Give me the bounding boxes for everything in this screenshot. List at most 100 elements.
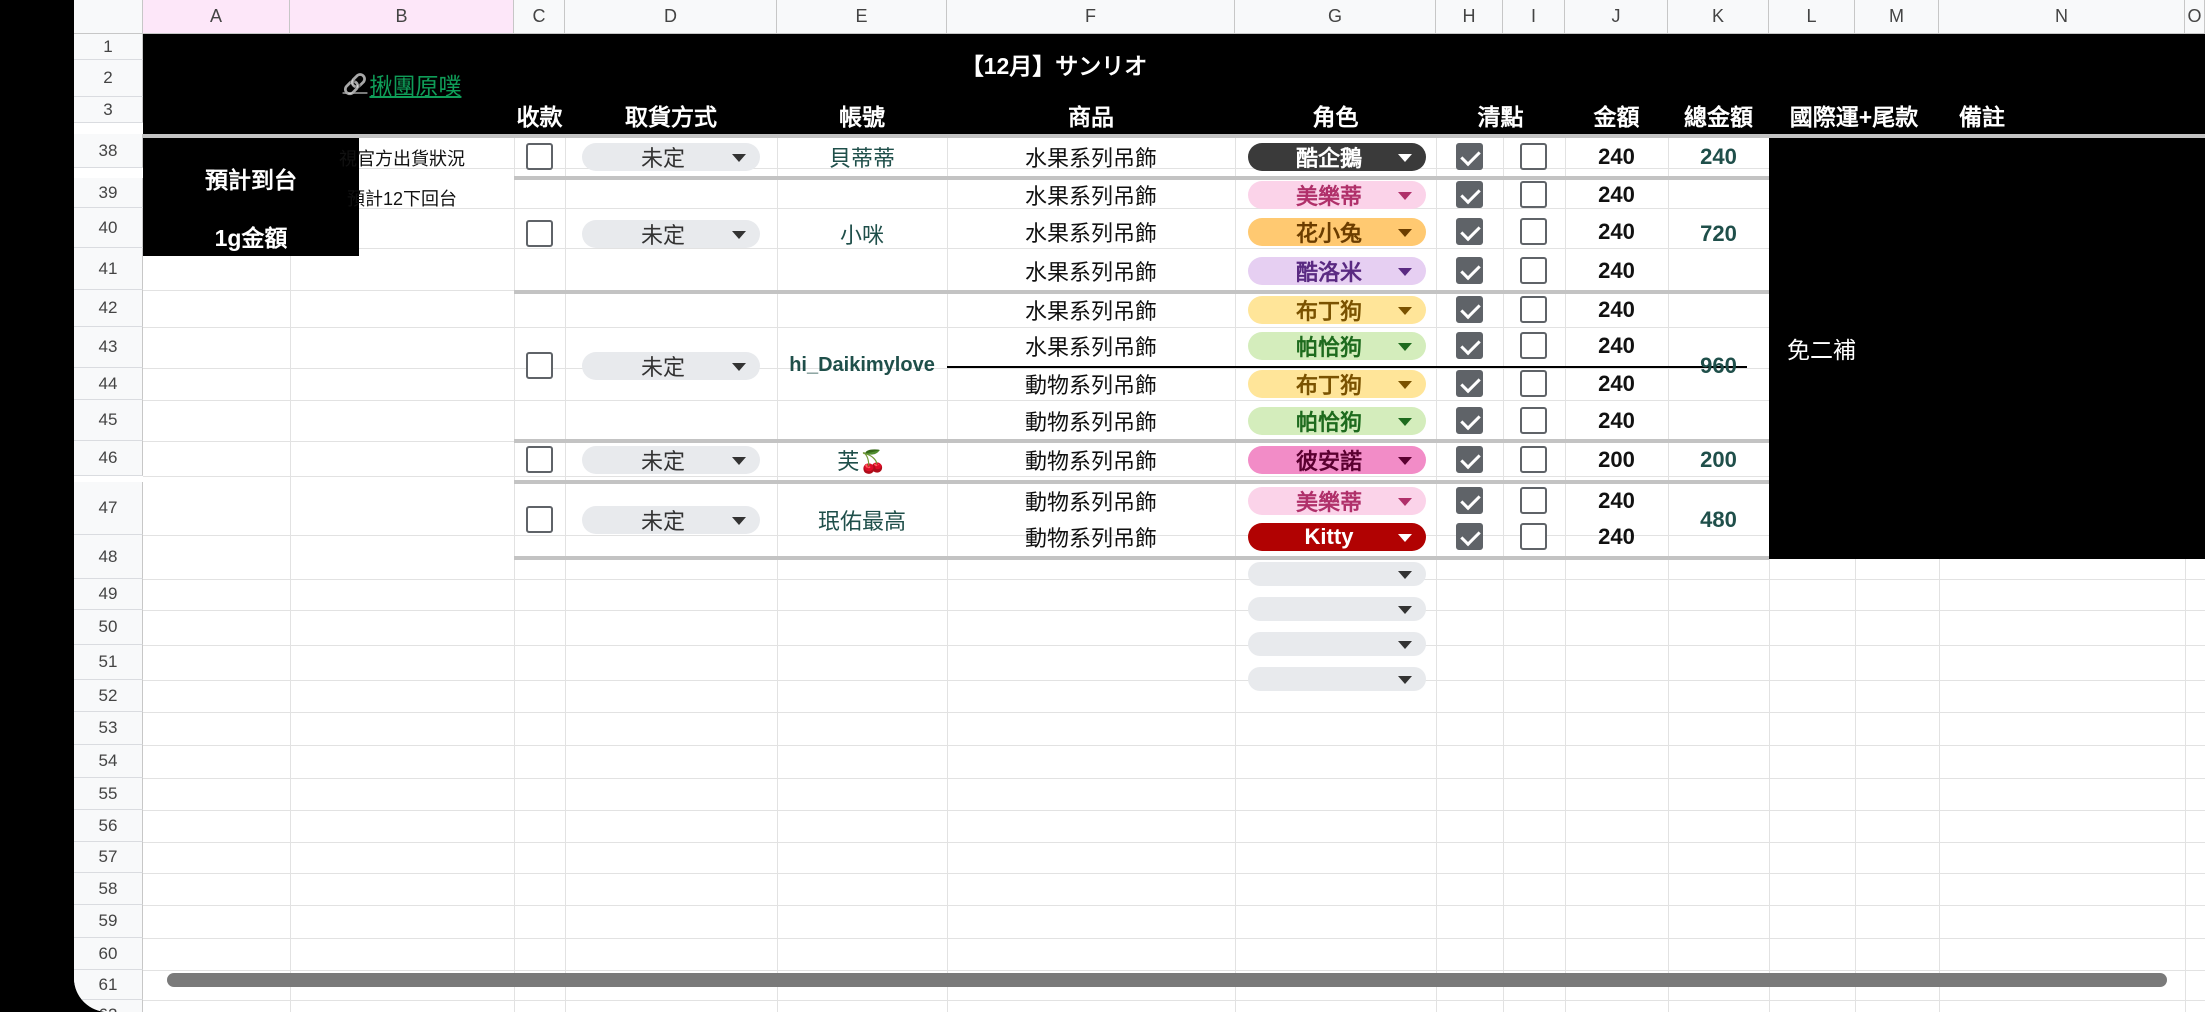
note-text: 免二補 <box>1787 337 1856 363</box>
column-header-j[interactable]: J <box>1565 0 1668 34</box>
check-checkbox[interactable] <box>1456 257 1483 284</box>
column-header-d[interactable]: D <box>565 0 777 34</box>
column-header-b[interactable]: B <box>290 0 514 34</box>
row-header-47[interactable]: 47 <box>74 482 143 535</box>
pickup-dropdown[interactable]: 未定 <box>582 506 760 534</box>
role-dropdown[interactable]: 酷企鵝 <box>1248 143 1426 171</box>
count-checkbox[interactable] <box>1520 487 1547 514</box>
row-header-41[interactable]: 41 <box>74 248 143 290</box>
paid-checkbox[interactable] <box>526 143 553 170</box>
count-checkbox[interactable] <box>1520 445 1547 473</box>
role-dropdown-empty[interactable] <box>1248 597 1426 621</box>
row-header-50[interactable]: 50 <box>74 610 143 645</box>
row-header-61[interactable]: 61 <box>74 970 143 1000</box>
count-checkbox[interactable] <box>1520 523 1547 550</box>
count-checkbox[interactable] <box>1520 218 1547 245</box>
count-checkbox[interactable] <box>1520 406 1547 434</box>
group-divider <box>514 556 1769 560</box>
row-header-54[interactable]: 54 <box>74 745 143 778</box>
role-dropdown[interactable]: 酷洛米 <box>1248 257 1426 285</box>
row-header-46[interactable]: 46 <box>74 441 143 476</box>
row-header-58[interactable]: 58 <box>74 873 143 905</box>
role-dropdown[interactable]: 布丁狗 <box>1248 295 1426 324</box>
column-header-e[interactable]: E <box>777 0 947 34</box>
product-name: 動物系列吊飾 <box>1024 409 1157 435</box>
horizontal-scrollbar[interactable] <box>167 973 2167 987</box>
role-dropdown[interactable]: 帕恰狗 <box>1248 406 1426 435</box>
account-name: hi_Daikimylove <box>789 354 935 376</box>
row-header-43[interactable]: 43 <box>74 327 143 368</box>
column-header-f[interactable]: F <box>947 0 1235 34</box>
row-header-55[interactable]: 55 <box>74 778 143 810</box>
link-label: 揪團原噗 <box>369 73 462 99</box>
role-dropdown[interactable]: 帕恰狗 <box>1248 332 1426 360</box>
row-header-51[interactable]: 51 <box>74 645 143 680</box>
check-checkbox[interactable] <box>1456 369 1483 397</box>
column-header-h[interactable]: H <box>1436 0 1503 34</box>
check-checkbox[interactable] <box>1456 445 1483 473</box>
row-header-39[interactable]: 39 <box>74 178 143 208</box>
paid-checkbox[interactable] <box>526 445 553 473</box>
row-header-40[interactable]: 40 <box>74 208 143 248</box>
row-header-48[interactable]: 48 <box>74 535 143 579</box>
row-header-3[interactable]: 3 <box>74 97 143 123</box>
column-header-m[interactable]: M <box>1855 0 1939 34</box>
row-header-45[interactable]: 45 <box>74 400 143 441</box>
check-checkbox[interactable] <box>1456 523 1483 550</box>
column-header-n[interactable]: N <box>1939 0 2185 34</box>
column-header-i[interactable]: I <box>1503 0 1565 34</box>
check-checkbox[interactable] <box>1456 181 1483 208</box>
check-checkbox[interactable] <box>1456 143 1483 170</box>
column-header-a[interactable]: A <box>143 0 290 34</box>
select-all-corner[interactable] <box>74 0 143 34</box>
paid-checkbox[interactable] <box>526 506 553 533</box>
row-header-60[interactable]: 60 <box>74 938 143 970</box>
check-checkbox[interactable] <box>1456 218 1483 245</box>
role-dropdown[interactable]: 美樂蒂 <box>1248 487 1426 515</box>
total-amount: 480 <box>1700 507 1737 532</box>
count-checkbox[interactable] <box>1520 295 1547 323</box>
count-checkbox[interactable] <box>1520 332 1547 359</box>
column-header-o[interactable]: O <box>2185 0 2205 34</box>
paid-checkbox[interactable] <box>526 351 553 379</box>
count-checkbox[interactable] <box>1520 369 1547 397</box>
check-checkbox[interactable] <box>1456 406 1483 434</box>
row-header-2[interactable]: 2 <box>74 60 143 97</box>
role-dropdown[interactable]: 彼安諾 <box>1248 445 1426 474</box>
role-dropdown-empty[interactable] <box>1248 667 1426 691</box>
role-dropdown-empty[interactable] <box>1248 562 1426 586</box>
column-header-l[interactable]: L <box>1769 0 1855 34</box>
pickup-dropdown[interactable]: 未定 <box>582 351 760 380</box>
check-checkbox[interactable] <box>1456 295 1483 323</box>
row-header-38[interactable]: 38 <box>74 134 143 168</box>
paid-checkbox[interactable] <box>526 220 553 247</box>
row-header-57[interactable]: 57 <box>74 842 143 873</box>
row-header-1[interactable]: 1 <box>74 34 143 60</box>
pickup-dropdown[interactable]: 未定 <box>582 143 760 171</box>
column-header-g[interactable]: G <box>1235 0 1436 34</box>
column-header-c[interactable]: C <box>514 0 565 34</box>
row-header-56[interactable]: 56 <box>74 810 143 842</box>
role-dropdown[interactable]: Kitty <box>1248 523 1426 551</box>
row-header-52[interactable]: 52 <box>74 680 143 712</box>
pickup-dropdown[interactable]: 未定 <box>582 445 760 474</box>
count-checkbox[interactable] <box>1520 181 1547 208</box>
check-checkbox[interactable] <box>1456 487 1483 514</box>
check-checkbox[interactable] <box>1456 332 1483 359</box>
role-dropdown[interactable]: 布丁狗 <box>1248 369 1426 398</box>
group-link[interactable]: 🔗 揪團原噗 <box>290 64 514 104</box>
item-amount: 240 <box>1598 219 1635 244</box>
column-header-k[interactable]: K <box>1668 0 1769 34</box>
row-header-53[interactable]: 53 <box>74 712 143 745</box>
row-header-42[interactable]: 42 <box>74 290 143 327</box>
count-checkbox[interactable] <box>1520 143 1547 170</box>
count-checkbox[interactable] <box>1520 257 1547 284</box>
pickup-dropdown[interactable]: 未定 <box>582 220 760 248</box>
role-dropdown[interactable]: 美樂蒂 <box>1248 181 1426 209</box>
row-header-49[interactable]: 49 <box>74 579 143 610</box>
row-header-62[interactable]: 62 <box>74 1000 143 1012</box>
row-header-44[interactable]: 44 <box>74 368 143 400</box>
row-header-59[interactable]: 59 <box>74 905 143 938</box>
role-dropdown-empty[interactable] <box>1248 632 1426 656</box>
role-dropdown[interactable]: 花小兔 <box>1248 218 1426 246</box>
